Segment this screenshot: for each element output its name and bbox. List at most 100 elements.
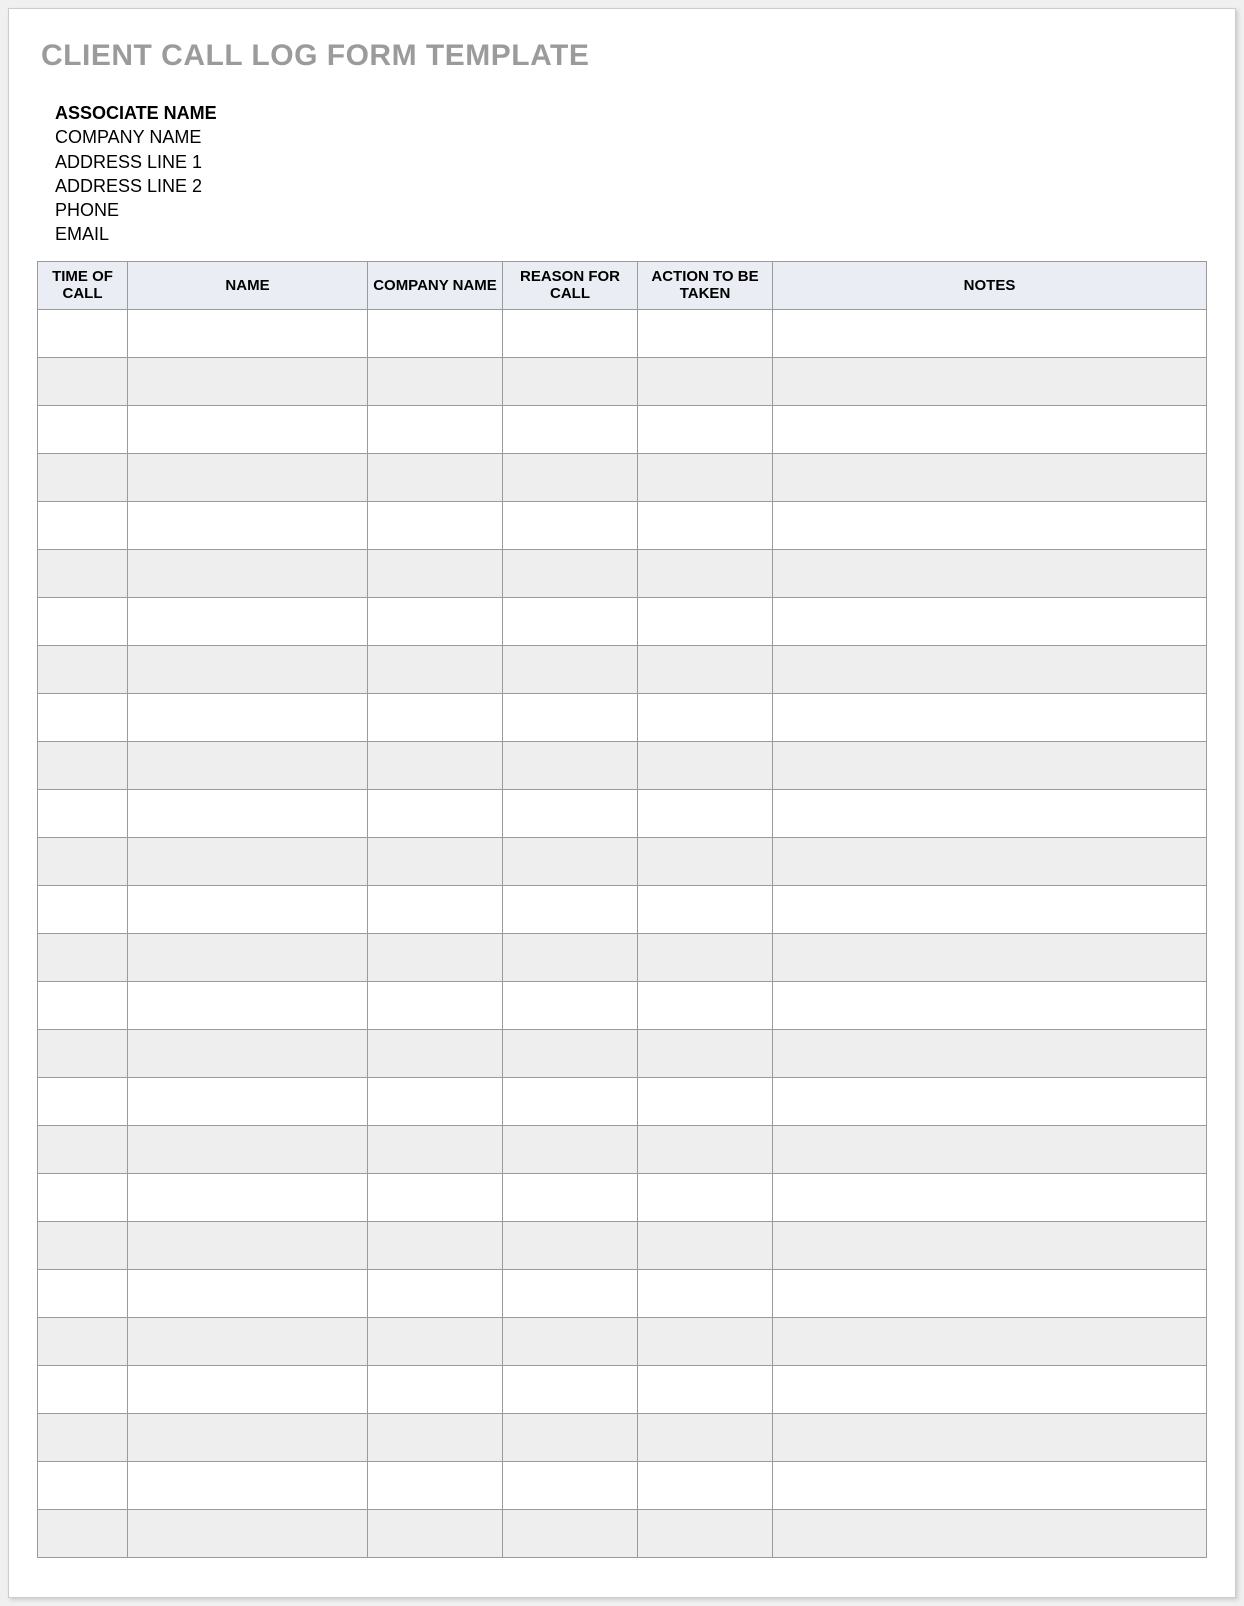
cell-action[interactable] — [638, 453, 773, 501]
cell-notes[interactable] — [773, 1173, 1207, 1221]
cell-company[interactable] — [368, 453, 503, 501]
cell-notes[interactable] — [773, 453, 1207, 501]
cell-name[interactable] — [128, 405, 368, 453]
cell-company[interactable] — [368, 741, 503, 789]
cell-notes[interactable] — [773, 405, 1207, 453]
cell-action[interactable] — [638, 741, 773, 789]
cell-action[interactable] — [638, 933, 773, 981]
cell-action[interactable] — [638, 837, 773, 885]
cell-action[interactable] — [638, 1029, 773, 1077]
cell-time[interactable] — [38, 501, 128, 549]
cell-reason[interactable] — [503, 501, 638, 549]
cell-action[interactable] — [638, 1125, 773, 1173]
cell-notes[interactable] — [773, 597, 1207, 645]
cell-time[interactable] — [38, 357, 128, 405]
cell-company[interactable] — [368, 1365, 503, 1413]
cell-name[interactable] — [128, 1221, 368, 1269]
cell-reason[interactable] — [503, 1509, 638, 1557]
cell-reason[interactable] — [503, 549, 638, 597]
cell-time[interactable] — [38, 1365, 128, 1413]
cell-notes[interactable] — [773, 1509, 1207, 1557]
cell-name[interactable] — [128, 741, 368, 789]
cell-reason[interactable] — [503, 1077, 638, 1125]
cell-reason[interactable] — [503, 597, 638, 645]
cell-notes[interactable] — [773, 741, 1207, 789]
cell-time[interactable] — [38, 885, 128, 933]
cell-name[interactable] — [128, 837, 368, 885]
cell-notes[interactable] — [773, 1269, 1207, 1317]
cell-time[interactable] — [38, 1173, 128, 1221]
cell-name[interactable] — [128, 981, 368, 1029]
cell-time[interactable] — [38, 453, 128, 501]
cell-company[interactable] — [368, 885, 503, 933]
cell-reason[interactable] — [503, 693, 638, 741]
cell-action[interactable] — [638, 1461, 773, 1509]
cell-company[interactable] — [368, 1317, 503, 1365]
cell-reason[interactable] — [503, 741, 638, 789]
cell-notes[interactable] — [773, 1077, 1207, 1125]
cell-time[interactable] — [38, 693, 128, 741]
cell-company[interactable] — [368, 1269, 503, 1317]
cell-action[interactable] — [638, 645, 773, 693]
cell-action[interactable] — [638, 1269, 773, 1317]
cell-company[interactable] — [368, 789, 503, 837]
cell-notes[interactable] — [773, 885, 1207, 933]
cell-company[interactable] — [368, 981, 503, 1029]
cell-company[interactable] — [368, 1413, 503, 1461]
cell-time[interactable] — [38, 1509, 128, 1557]
cell-notes[interactable] — [773, 645, 1207, 693]
cell-company[interactable] — [368, 1077, 503, 1125]
cell-reason[interactable] — [503, 453, 638, 501]
cell-company[interactable] — [368, 1029, 503, 1077]
cell-name[interactable] — [128, 1269, 368, 1317]
cell-name[interactable] — [128, 357, 368, 405]
cell-time[interactable] — [38, 1269, 128, 1317]
cell-reason[interactable] — [503, 1029, 638, 1077]
cell-time[interactable] — [38, 1461, 128, 1509]
cell-company[interactable] — [368, 1221, 503, 1269]
cell-notes[interactable] — [773, 981, 1207, 1029]
cell-notes[interactable] — [773, 1413, 1207, 1461]
cell-action[interactable] — [638, 981, 773, 1029]
cell-time[interactable] — [38, 741, 128, 789]
cell-notes[interactable] — [773, 1221, 1207, 1269]
cell-notes[interactable] — [773, 1029, 1207, 1077]
cell-company[interactable] — [368, 933, 503, 981]
cell-notes[interactable] — [773, 1317, 1207, 1365]
cell-company[interactable] — [368, 1125, 503, 1173]
cell-reason[interactable] — [503, 1317, 638, 1365]
cell-time[interactable] — [38, 597, 128, 645]
cell-name[interactable] — [128, 885, 368, 933]
cell-time[interactable] — [38, 549, 128, 597]
cell-action[interactable] — [638, 1077, 773, 1125]
cell-reason[interactable] — [503, 357, 638, 405]
cell-action[interactable] — [638, 693, 773, 741]
cell-name[interactable] — [128, 933, 368, 981]
cell-time[interactable] — [38, 1317, 128, 1365]
cell-action[interactable] — [638, 1509, 773, 1557]
cell-name[interactable] — [128, 1317, 368, 1365]
cell-notes[interactable] — [773, 309, 1207, 357]
cell-time[interactable] — [38, 405, 128, 453]
cell-reason[interactable] — [503, 1221, 638, 1269]
cell-reason[interactable] — [503, 1173, 638, 1221]
cell-name[interactable] — [128, 1077, 368, 1125]
cell-time[interactable] — [38, 981, 128, 1029]
cell-reason[interactable] — [503, 309, 638, 357]
cell-action[interactable] — [638, 1365, 773, 1413]
cell-action[interactable] — [638, 885, 773, 933]
cell-name[interactable] — [128, 1029, 368, 1077]
cell-action[interactable] — [638, 1317, 773, 1365]
cell-company[interactable] — [368, 597, 503, 645]
cell-name[interactable] — [128, 693, 368, 741]
cell-name[interactable] — [128, 549, 368, 597]
cell-action[interactable] — [638, 405, 773, 453]
cell-action[interactable] — [638, 309, 773, 357]
cell-time[interactable] — [38, 1221, 128, 1269]
cell-company[interactable] — [368, 837, 503, 885]
cell-name[interactable] — [128, 501, 368, 549]
cell-time[interactable] — [38, 1029, 128, 1077]
cell-reason[interactable] — [503, 1269, 638, 1317]
cell-time[interactable] — [38, 789, 128, 837]
cell-name[interactable] — [128, 597, 368, 645]
